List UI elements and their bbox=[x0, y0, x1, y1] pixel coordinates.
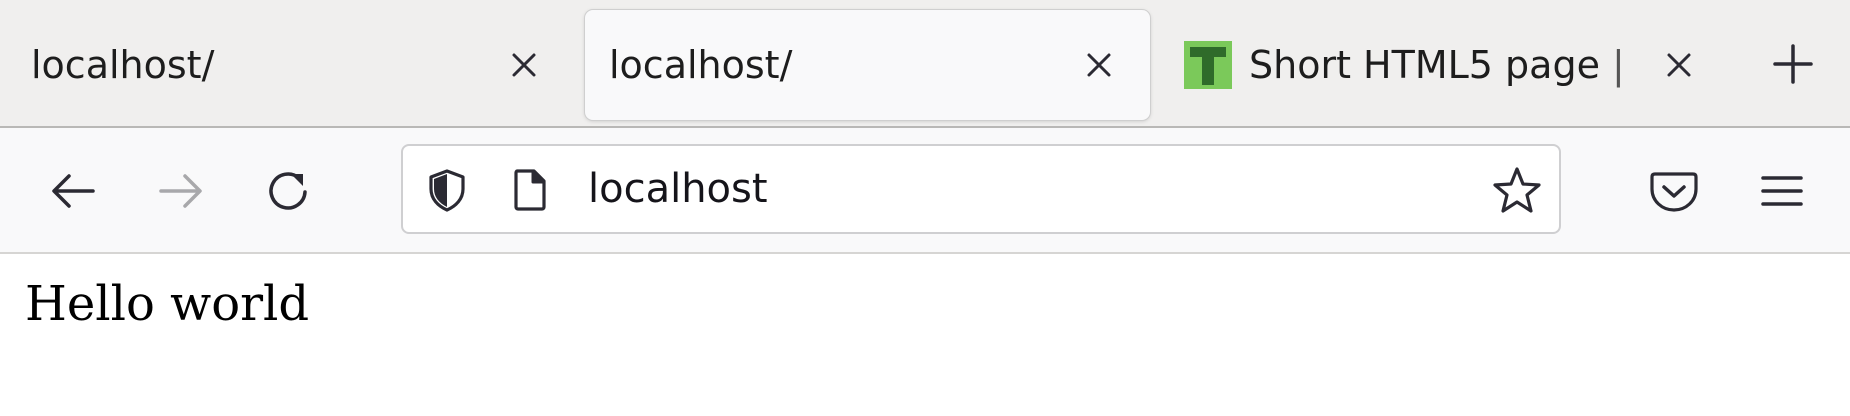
tab-title: localhost/ bbox=[609, 43, 793, 87]
shield-icon[interactable] bbox=[423, 166, 471, 214]
plus-icon[interactable] bbox=[1771, 42, 1815, 86]
tab-1[interactable]: localhost/ bbox=[0, 10, 580, 120]
url-bar[interactable]: localhost bbox=[401, 144, 1561, 234]
url-text[interactable]: localhost bbox=[588, 166, 768, 212]
forward-arrow-icon[interactable] bbox=[153, 163, 209, 219]
page-text: Hello world bbox=[25, 276, 310, 332]
close-icon[interactable] bbox=[1659, 45, 1699, 85]
page-content: Hello world bbox=[0, 254, 1850, 416]
hamburger-menu-icon[interactable] bbox=[1754, 163, 1810, 219]
page-icon[interactable] bbox=[508, 167, 552, 213]
close-icon[interactable] bbox=[1079, 45, 1119, 85]
tab-3[interactable]: Short HTML5 page | bbox=[1160, 10, 1720, 120]
favicon bbox=[1184, 41, 1232, 89]
pocket-icon[interactable] bbox=[1646, 163, 1702, 219]
navigation-toolbar: localhost bbox=[0, 128, 1850, 254]
back-arrow-icon[interactable] bbox=[45, 163, 101, 219]
tab-2-active[interactable]: localhost/ bbox=[585, 10, 1150, 120]
tab-bar: localhost/ localhost/ Short HTML5 page | bbox=[0, 0, 1850, 128]
close-icon[interactable] bbox=[504, 45, 544, 85]
reload-icon[interactable] bbox=[261, 163, 317, 219]
tab-title: Short HTML5 page | bbox=[1249, 43, 1625, 87]
star-icon[interactable] bbox=[1490, 164, 1544, 218]
tab-title: localhost/ bbox=[31, 43, 215, 87]
